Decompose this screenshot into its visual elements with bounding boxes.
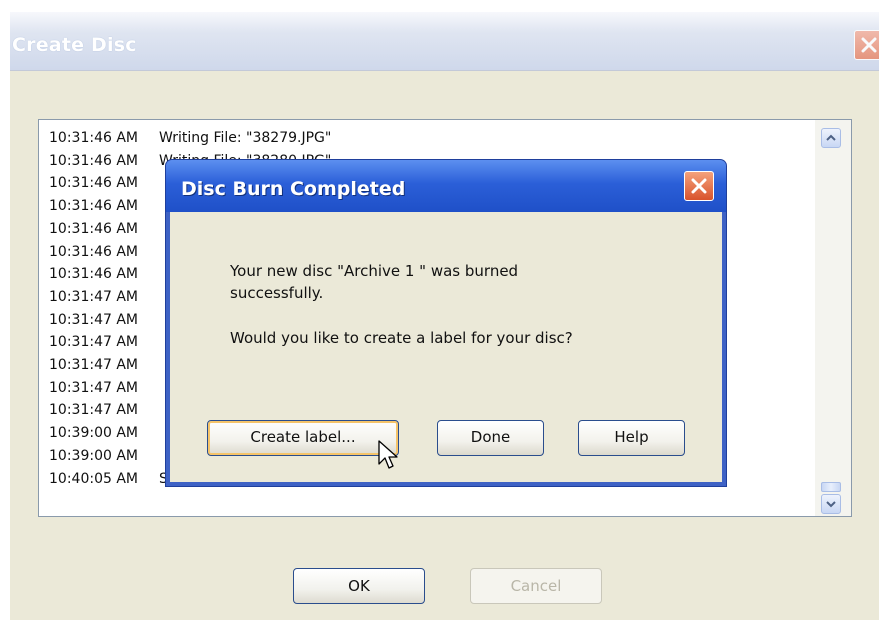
window-titlebar[interactable]: Create Disc bbox=[10, 12, 879, 71]
log-row: 10:31:46 AM bbox=[49, 266, 159, 287]
log-row: 10:31:47 AM bbox=[49, 380, 159, 401]
log-time: 10:31:46 AM bbox=[49, 175, 138, 192]
help-button[interactable]: Help bbox=[578, 420, 685, 456]
scroll-up-icon[interactable] bbox=[821, 128, 841, 148]
dialog-body: Your new disc "Archive 1 " was burned su… bbox=[170, 212, 722, 482]
dialog-titlebar[interactable]: Disc Burn Completed bbox=[166, 160, 726, 212]
cancel-button[interactable]: Cancel bbox=[470, 568, 602, 604]
log-time: 10:39:00 AM bbox=[49, 447, 138, 464]
dialog-question: Would you like to create a label for you… bbox=[230, 329, 573, 347]
log-row: 10:31:47 AM bbox=[49, 357, 159, 378]
log-row: 10:31:47 AM bbox=[49, 334, 159, 355]
log-row: 10:31:46 AM bbox=[49, 175, 159, 196]
log-time: 10:31:47 AM bbox=[49, 288, 138, 305]
log-time: 10:39:00 AM bbox=[49, 425, 138, 442]
log-row: 10:31:47 AM bbox=[49, 289, 159, 310]
scroll-thumb[interactable] bbox=[821, 482, 841, 492]
window-title: Create Disc bbox=[12, 34, 137, 56]
log-time: 10:31:47 AM bbox=[49, 334, 138, 351]
log-row: 10:31:46 AM bbox=[49, 221, 159, 242]
log-row: 10:31:46 AM bbox=[49, 198, 159, 219]
log-time: 10:31:47 AM bbox=[49, 311, 138, 328]
dialog-message: Your new disc "Archive 1 " was burned su… bbox=[230, 262, 519, 302]
log-time: 10:40:05 AM bbox=[49, 470, 138, 487]
log-row: 10:39:00 AM bbox=[49, 425, 159, 446]
ok-button[interactable]: OK bbox=[293, 568, 425, 604]
log-time: 10:31:46 AM bbox=[49, 266, 138, 283]
dialog-title: Disc Burn Completed bbox=[181, 178, 406, 200]
log-row: 10:31:46 AM bbox=[49, 244, 159, 265]
close-icon[interactable] bbox=[854, 30, 879, 60]
log-message: Writing File: "38279.JPG" bbox=[159, 130, 332, 146]
log-time: 10:31:46 AM bbox=[49, 198, 138, 215]
log-time: 10:31:46 AM bbox=[49, 152, 138, 169]
log-time: 10:31:46 AM bbox=[49, 130, 138, 146]
log-time: 10:31:46 AM bbox=[49, 243, 138, 260]
done-button[interactable]: Done bbox=[437, 420, 544, 456]
log-row: 10:39:00 AM bbox=[49, 448, 159, 469]
log-time: 10:31:47 AM bbox=[49, 379, 138, 396]
log-row: 10:31:46 AM Writing File: "38279.JPG" bbox=[49, 130, 331, 151]
log-time: 10:31:47 AM bbox=[49, 402, 138, 419]
disc-burn-completed-dialog: Disc Burn Completed Your new disc "Archi… bbox=[166, 160, 726, 486]
log-row: 10:31:47 AM bbox=[49, 402, 159, 423]
create-label-button[interactable]: Create label... bbox=[207, 420, 399, 456]
close-icon[interactable] bbox=[684, 171, 714, 201]
scroll-down-icon[interactable] bbox=[821, 494, 841, 514]
vertical-scrollbar[interactable] bbox=[815, 120, 851, 516]
mouse-pointer-icon bbox=[378, 440, 400, 476]
log-time: 10:31:47 AM bbox=[49, 357, 138, 373]
log-row: 10:31:47 AM bbox=[49, 312, 159, 333]
log-time: 10:31:46 AM bbox=[49, 220, 138, 237]
